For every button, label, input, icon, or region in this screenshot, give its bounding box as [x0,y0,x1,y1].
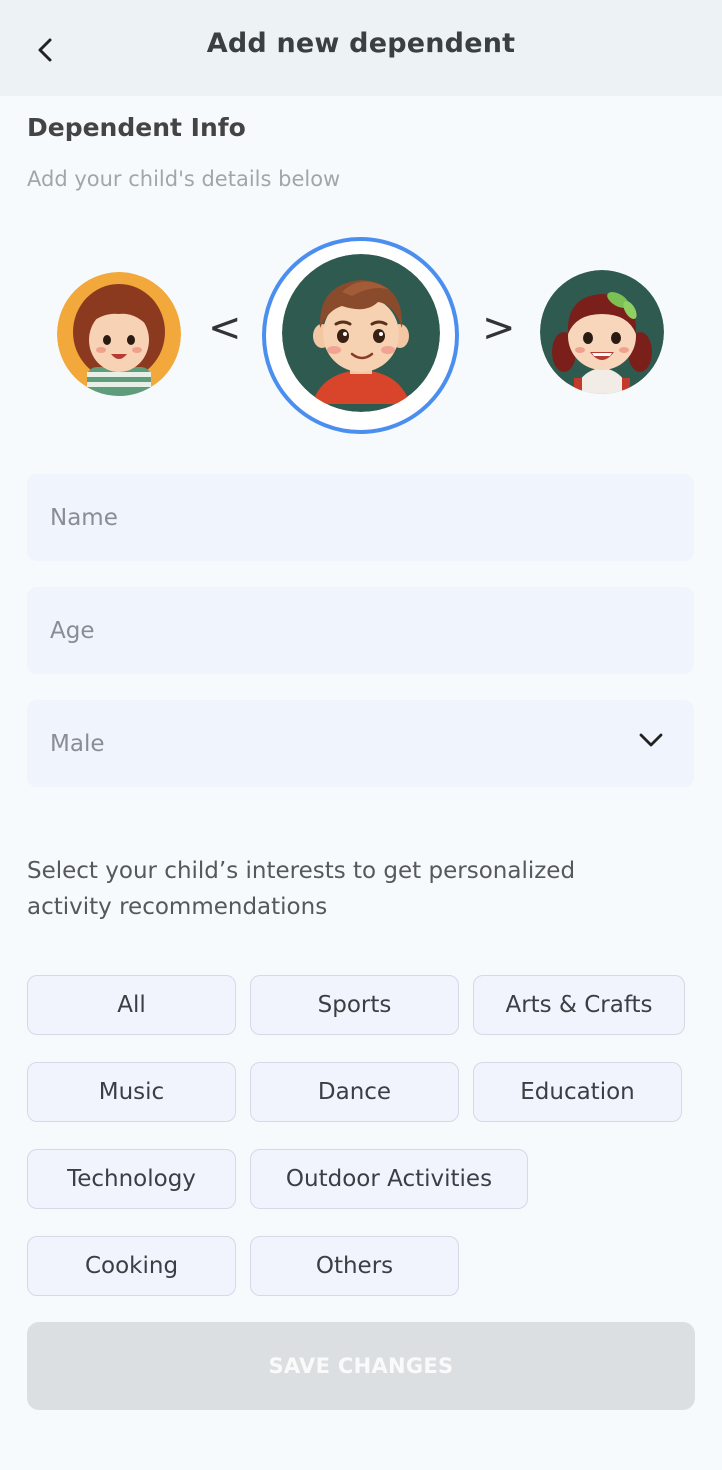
gender-selected-value: Male [50,730,105,757]
girl-pigtails-avatar-icon [540,270,664,394]
save-changes-button[interactable]: SAVE CHANGES [27,1322,695,1410]
interest-chip-education[interactable]: Education [473,1062,682,1122]
boy-avatar-icon [282,254,440,412]
interest-chip-arts-crafts[interactable]: Arts & Crafts [473,975,685,1035]
age-input[interactable]: Age [27,587,694,674]
interest-chip-cooking[interactable]: Cooking [27,1236,236,1296]
interest-chip-sports[interactable]: Sports [250,975,459,1035]
interest-chip-music[interactable]: Music [27,1062,236,1122]
chevron-down-icon [639,733,663,747]
next-avatar-button[interactable]: > [482,308,516,348]
previous-avatar-button[interactable]: < [208,308,242,348]
interest-chip-dance[interactable]: Dance [250,1062,459,1122]
interest-chip-technology[interactable]: Technology [27,1149,236,1209]
section-subtitle: Add your child's details below [27,167,341,191]
avatar-option-girl-pigtails[interactable] [540,270,664,394]
app-header: Add new dependent [0,0,722,96]
avatar-option-girl-brown-hair[interactable] [57,272,181,396]
interest-chip-all[interactable]: All [27,975,236,1035]
girl-avatar-icon [57,272,181,396]
interests-prompt: Select your child’s interests to get per… [27,858,576,920]
avatar-option-boy-selected[interactable] [282,254,440,412]
page-title: Add new dependent [206,28,516,59]
section-title: Dependent Info [27,113,246,142]
name-input[interactable]: Name [27,474,694,561]
interest-chip-others[interactable]: Others [250,1236,459,1296]
gender-select[interactable]: Male [27,700,694,787]
interest-chip-outdoor-activities[interactable]: Outdoor Activities [250,1149,528,1209]
